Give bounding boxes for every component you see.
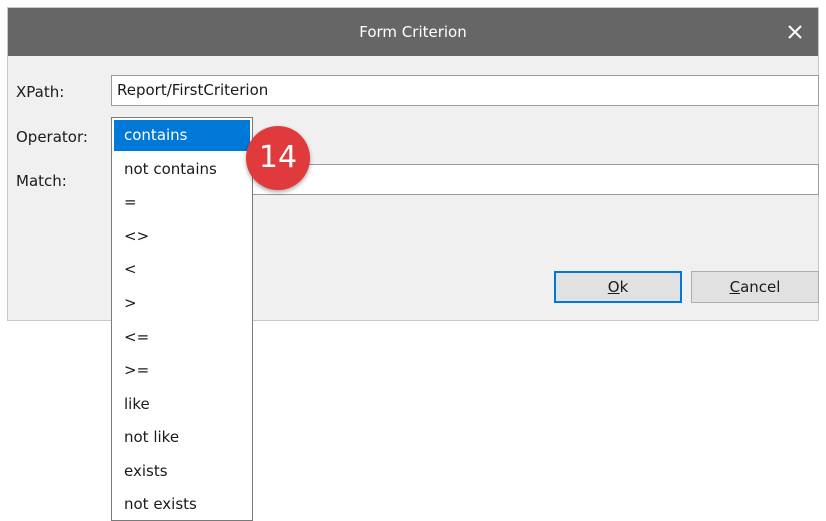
operator-option-not-contains[interactable]: not contains bbox=[114, 154, 250, 185]
ok-label-rest: k bbox=[619, 278, 629, 296]
close-button[interactable] bbox=[772, 8, 818, 56]
cancel-label-rest: ancel bbox=[740, 278, 781, 296]
match-input[interactable] bbox=[252, 164, 819, 195]
xpath-label: XPath: bbox=[16, 83, 65, 101]
operator-option-exists[interactable]: exists bbox=[114, 456, 250, 487]
dialog-title: Form Criterion bbox=[359, 23, 467, 41]
operator-option-less-than[interactable]: < bbox=[114, 254, 250, 285]
match-label: Match: bbox=[16, 172, 67, 190]
operator-option-like[interactable]: like bbox=[114, 389, 250, 420]
operator-option-not-exists[interactable]: not exists bbox=[114, 489, 250, 520]
operator-option-less-or-equal[interactable]: <= bbox=[114, 322, 250, 353]
operator-dropdown-list[interactable]: contains not contains = <> < > <= >= lik… bbox=[111, 117, 253, 521]
operator-option-contains[interactable]: contains bbox=[114, 120, 250, 151]
ok-mnemonic: O bbox=[607, 278, 620, 296]
operator-label: Operator: bbox=[16, 128, 88, 146]
screenshot-root: Form Criterion XPath: Report/FirstCriter… bbox=[0, 0, 826, 521]
operator-option-greater-than[interactable]: > bbox=[114, 288, 250, 319]
operator-option-greater-or-equal[interactable]: >= bbox=[114, 355, 250, 386]
step-callout-badge: 14 bbox=[246, 126, 310, 190]
operator-option-not-equal[interactable]: <> bbox=[114, 221, 250, 252]
cancel-button[interactable]: Cancel bbox=[691, 271, 819, 303]
operator-option-not-like[interactable]: not like bbox=[114, 422, 250, 453]
ok-button[interactable]: Ok bbox=[554, 271, 682, 303]
title-bar: Form Criterion bbox=[8, 8, 818, 56]
xpath-input[interactable]: Report/FirstCriterion bbox=[111, 75, 819, 106]
cancel-mnemonic: C bbox=[729, 278, 741, 296]
operator-option-equals[interactable]: = bbox=[114, 187, 250, 218]
close-icon bbox=[788, 25, 802, 39]
